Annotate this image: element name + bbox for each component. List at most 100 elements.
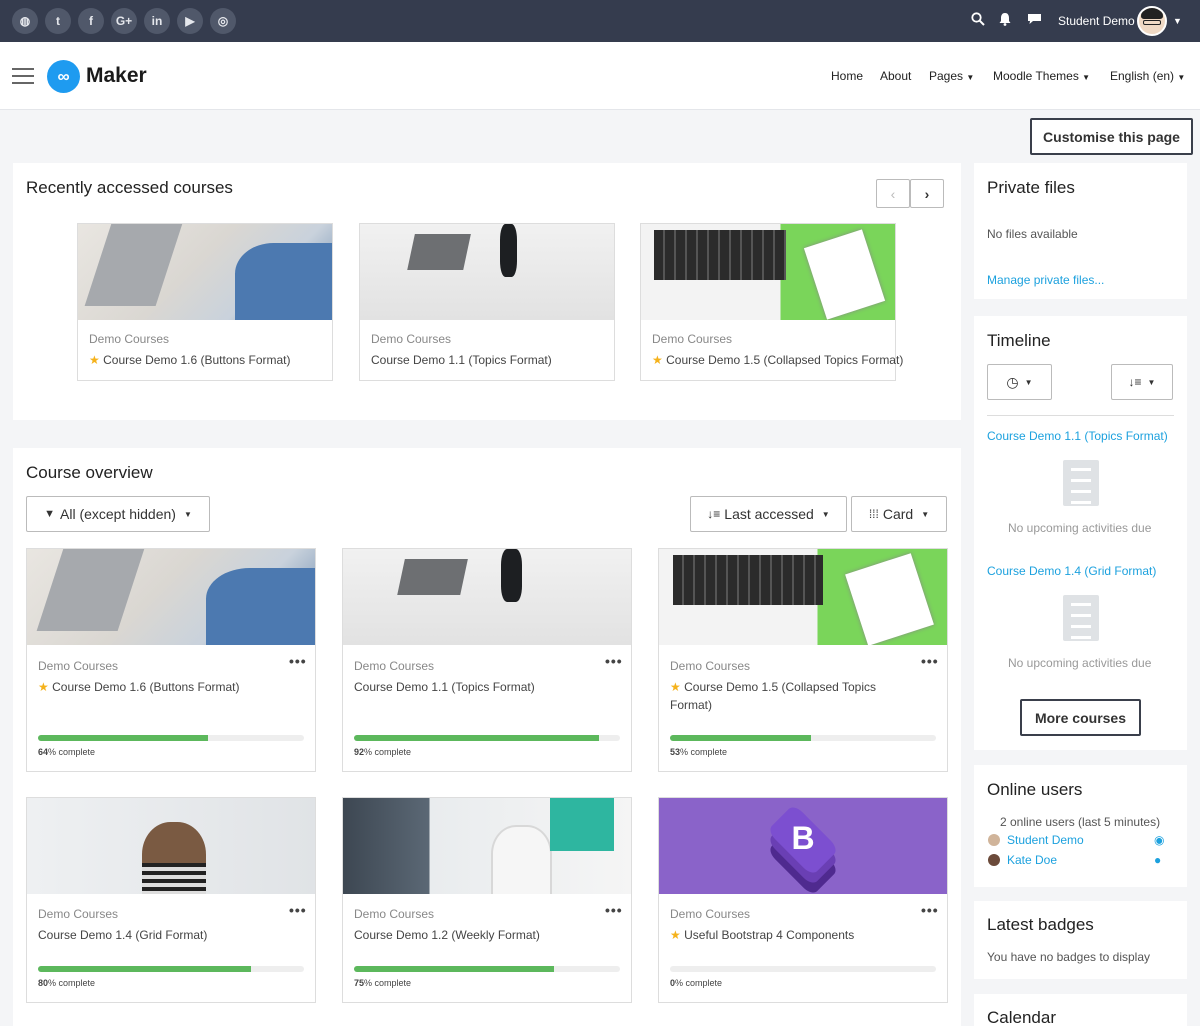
chevron-down-icon: ▼ [1147,377,1156,387]
filter-dropdown[interactable]: ▼ All (except hidden) ▼ [26,496,210,532]
recent-course-card[interactable]: Demo Courses ★ Course Demo 1.6 (Buttons … [77,223,333,381]
course-name-text: Course Demo 1.5 (Collapsed Topics Format… [666,353,904,367]
more-options-icon[interactable]: ••• [289,902,307,918]
chevron-down-icon: ▼ [1024,377,1033,387]
course-card[interactable]: Demo Courses ••• ★ Course Demo 1.5 (Coll… [658,548,948,772]
chevron-down-icon: ▼ [1082,73,1091,82]
recent-course-card[interactable]: Demo Courses Course Demo 1.1 (Topics For… [359,223,615,381]
avatar [988,854,1000,866]
progress-suffix: % complete [675,978,723,988]
user-name[interactable]: Student Demo [1058,14,1135,28]
nav-language[interactable]: English (en) ▼ [1110,69,1185,83]
logo-text[interactable]: Maker [86,64,147,88]
more-options-icon[interactable]: ••• [921,653,939,669]
progress-suffix: % complete [364,747,412,757]
course-category: Demo Courses [89,332,170,346]
course-name[interactable]: ★ Course Demo 1.5 (Collapsed Topics Forma… [670,678,876,714]
manage-private-files-link[interactable]: Manage private files... [987,273,1104,287]
latest-badges-title: Latest badges [987,915,1094,934]
progress-suffix: % complete [680,747,728,757]
course-name-text: Course Demo 1.6 (Buttons Format) [52,680,240,694]
nav-pages[interactable]: Pages ▼ [929,69,974,83]
no-activities-text: No upcoming activities due [1008,656,1152,670]
star-icon: ★ [670,680,681,694]
star-icon: ★ [670,928,681,942]
course-card[interactable]: Demo Courses ••• Course Demo 1.1 (Topics… [342,548,632,772]
chat-icon[interactable] [1027,12,1042,29]
recent-course-card[interactable]: Demo Courses ★ Course Demo 1.5 (Collapse… [640,223,903,381]
timeline-course-link[interactable]: Course Demo 1.1 (Topics Format) [987,429,1168,443]
next-arrow-icon[interactable]: › [910,179,944,208]
course-image [343,549,631,645]
chevron-down-icon: ▼ [821,509,830,519]
course-name[interactable]: ★ Useful Bootstrap 4 Components [670,926,854,944]
user-menu-caret-icon[interactable]: ▼ [1173,16,1182,26]
course-image [641,224,895,320]
course-image: B [659,798,947,894]
eye-icon[interactable]: ◉ [1154,833,1164,847]
course-card[interactable]: Demo Courses ••• ★ Course Demo 1.6 (Butt… [26,548,316,772]
timeline-course-link[interactable]: Course Demo 1.4 (Grid Format) [987,564,1156,578]
previous-arrow-icon[interactable]: ‹ [876,179,910,208]
hamburger-menu-icon[interactable] [12,68,34,84]
online-user-link[interactable]: Student Demo [1007,833,1084,847]
course-name[interactable]: Course Demo 1.2 (Weekly Format) [354,926,540,944]
google-plus-icon[interactable]: G+ [111,8,137,34]
customise-page-button[interactable]: Customise this page [1030,118,1193,155]
linkedin-icon[interactable]: in [144,8,170,34]
chevron-down-icon: ▼ [921,509,930,519]
course-name[interactable]: ★ Course Demo 1.6 (Buttons Format) [89,351,291,369]
avatar [988,834,1000,846]
progress-value: 53 [670,747,681,757]
logo-icon[interactable]: ∞ [47,60,80,93]
facebook-icon[interactable]: f [78,8,104,34]
course-image [343,798,631,894]
more-options-icon[interactable]: ••• [605,653,623,669]
more-courses-button[interactable]: More courses [1020,699,1141,736]
view-dropdown[interactable]: ⁞⁞⁞ Card ▼ [851,496,947,532]
course-name[interactable]: ★ Course Demo 1.5 (Collapsed Topics Form… [652,351,903,369]
more-options-icon[interactable]: ••• [289,653,307,669]
progress-value: 92 [354,747,365,757]
online-user-link[interactable]: Kate Doe [1007,853,1057,867]
nav-home[interactable]: Home [831,69,863,83]
divider [987,415,1174,416]
progress-value: 80 [38,978,49,988]
timeline-sort-dropdown[interactable]: ↓≡ ▼ [1111,364,1173,400]
timeline-filter-dropdown[interactable]: ◷ ▼ [987,364,1052,400]
no-files-text: No files available [987,227,1078,241]
document-list-icon [1063,460,1099,506]
globe-icon[interactable]: ◍ [12,8,38,34]
avatar[interactable] [1137,6,1167,36]
course-name[interactable]: Course Demo 1.4 (Grid Format) [38,926,207,944]
progress-bar [670,966,936,972]
clock-icon: ◷ [1006,373,1019,390]
course-name[interactable]: Course Demo 1.1 (Topics Format) [354,678,535,696]
more-options-icon[interactable]: ••• [921,902,939,918]
course-name-text-cont: Format) [670,698,712,712]
document-list-icon [1063,595,1099,641]
course-card[interactable]: B Demo Courses ••• ★ Useful Bootstrap 4 … [658,797,948,1003]
progress-label: 80% complete [38,978,95,988]
message-icon[interactable]: ● [1154,853,1161,867]
search-icon[interactable] [971,12,985,29]
progress-bar [354,735,620,741]
nav-moodle-themes[interactable]: Moodle Themes ▼ [993,69,1090,83]
nav-about[interactable]: About [880,69,911,83]
sort-dropdown[interactable]: ↓≡ Last accessed ▼ [690,496,847,532]
filter-icon: ▼ [44,508,55,520]
course-card[interactable]: Demo Courses ••• Course Demo 1.2 (Weekly… [342,797,632,1003]
course-name[interactable]: ★ Course Demo 1.6 (Buttons Format) [38,678,240,696]
navbar: ∞ Maker Home About Pages ▼ Moodle Themes… [0,42,1200,110]
nav-pages-label: Pages [929,69,964,83]
course-name[interactable]: Course Demo 1.1 (Topics Format) [371,351,552,369]
more-options-icon[interactable]: ••• [605,902,623,918]
course-image [27,798,315,894]
youtube-icon[interactable]: ▶ [177,8,203,34]
bell-icon[interactable] [998,12,1012,29]
instagram-icon[interactable]: ◎ [210,8,236,34]
no-badges-text: You have no badges to display [987,950,1151,964]
twitter-icon[interactable]: t [45,8,71,34]
progress-label: 75% complete [354,978,411,988]
course-card[interactable]: Demo Courses ••• Course Demo 1.4 (Grid F… [26,797,316,1003]
